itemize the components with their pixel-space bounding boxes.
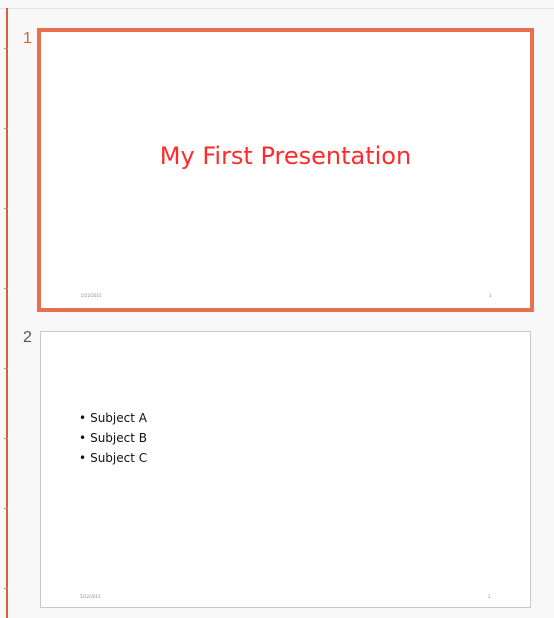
bullet-icon: • — [79, 431, 87, 445]
pane-top-divider — [0, 8, 554, 9]
pane-left-edge — [6, 8, 8, 618]
ruler-tick — [4, 368, 8, 369]
slide-2-footer-date: 5/22/2015 — [80, 594, 101, 599]
ruler-tick — [4, 48, 8, 49]
bullet-text: Subject B — [90, 431, 147, 445]
ruler-tick — [4, 508, 8, 509]
slide-2-number: 2 — [23, 329, 32, 346]
slide-1-footer-date: 5/22/2015 — [81, 293, 102, 298]
slide-1-title: My First Presentation — [159, 142, 412, 170]
list-item: • Subject A — [79, 408, 147, 428]
slide-thumbnail-pane: 1 My First Presentation 5/22/2015 1 2 • S… — [0, 0, 554, 618]
slide-2-thumbnail[interactable]: • Subject A • Subject B • Subject C 5/22/20… — [40, 331, 531, 608]
ruler-tick — [4, 128, 8, 129]
list-item: • Subject B — [79, 428, 147, 448]
slide-1-number: 1 — [23, 30, 32, 47]
bullet-icon: • — [79, 411, 87, 425]
bullet-icon: • — [79, 451, 87, 465]
ruler-tick — [4, 288, 8, 289]
ruler-tick — [4, 208, 8, 209]
list-item: • Subject C — [79, 448, 147, 468]
ruler-tick — [4, 588, 8, 589]
bullet-text: Subject A — [90, 411, 147, 425]
slide-1-thumbnail[interactable]: My First Presentation 5/22/2015 1 — [37, 28, 534, 312]
slide-2-footer-number: 2 — [488, 594, 491, 599]
slide-2-bullet-list: • Subject A • Subject B • Subject C — [79, 408, 147, 468]
slide-1-footer-number: 1 — [489, 293, 492, 298]
bullet-text: Subject C — [90, 451, 148, 465]
ruler-tick — [4, 438, 8, 439]
